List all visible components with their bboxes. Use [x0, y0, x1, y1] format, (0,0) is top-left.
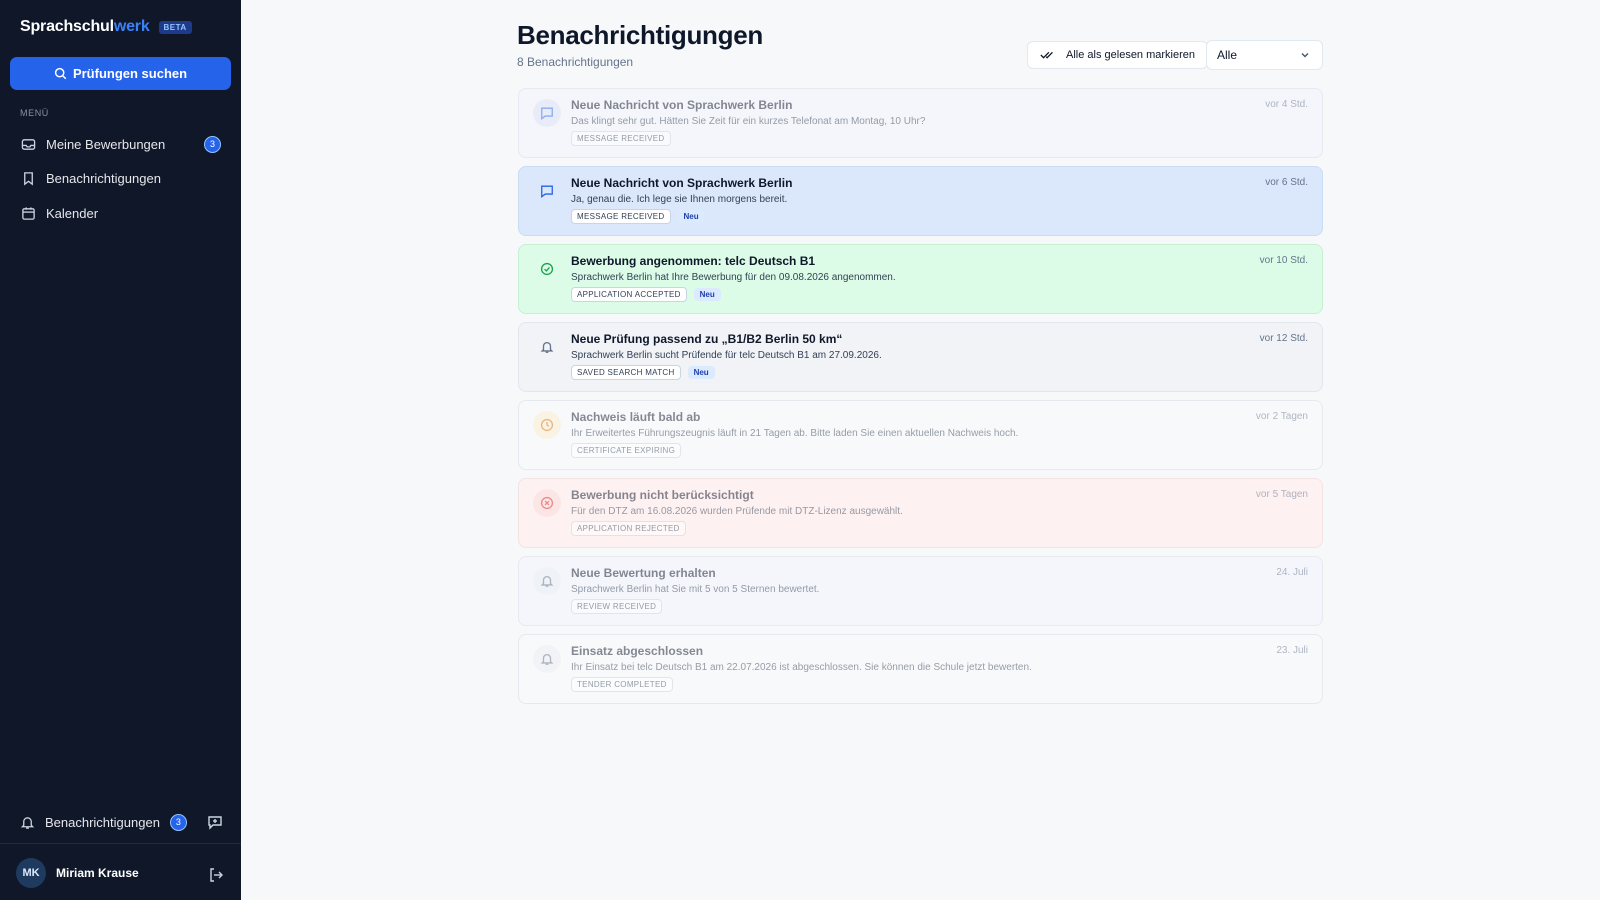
notification-title: Neue Bewertung erhalten	[571, 566, 716, 580]
notification-description: Für den DTZ am 16.08.2026 wurden Prüfend…	[571, 506, 903, 517]
notification-description: Ihr Erweitertes Führungszeugnis läuft in…	[571, 428, 1019, 439]
notification-time: 24. Juli	[1276, 567, 1308, 578]
notification-content: Nachweis läuft bald ab Ihr Erweitertes F…	[571, 410, 1212, 458]
search-exams-label: Prüfungen suchen	[72, 66, 188, 81]
clock-icon	[533, 411, 561, 439]
sidebar-item-label: Kalender	[46, 205, 99, 221]
notification-title: Nachweis läuft bald ab	[571, 410, 701, 424]
notification-type-tag: APPLICATION REJECTED	[571, 521, 686, 536]
notifications-shortcut-label: Benachrichtigungen	[45, 814, 160, 830]
x-circle-icon	[533, 489, 561, 517]
message-icon	[533, 99, 561, 127]
brand-name-part1: Sprachschul	[20, 18, 114, 35]
notification-description: Ja, genau die. Ich lege sie Ihnen morgen…	[571, 194, 788, 205]
notification-type-tag: SAVED SEARCH MATCH	[571, 365, 681, 380]
logout-icon	[208, 867, 224, 883]
brand-logo[interactable]: Sprachschul werk BETA	[20, 18, 192, 36]
notification-content: Neue Prüfung passend zu „B1/B2 Berlin 50…	[571, 332, 1212, 380]
calendar-icon	[20, 205, 36, 221]
notification-card[interactable]: Bewerbung nicht berücksichtigt Für den D…	[518, 478, 1323, 548]
notification-time: vor 2 Tagen	[1255, 411, 1308, 422]
bell-icon	[20, 815, 35, 830]
notification-content: Bewerbung angenommen: telc Deutsch B1 Sp…	[571, 254, 1212, 302]
notification-card[interactable]: Neue Prüfung passend zu „B1/B2 Berlin 50…	[518, 322, 1323, 392]
avatar: MK	[16, 858, 46, 888]
notification-description: Sprachwerk Berlin hat Ihre Bewerbung für…	[571, 272, 896, 283]
notifications-shortcut[interactable]: Benachrichtigungen 3	[10, 807, 231, 837]
search-icon	[54, 67, 67, 80]
notification-description: Das klingt sehr gut. Hätten Sie Zeit für…	[571, 116, 926, 127]
notification-title: Bewerbung nicht berücksichtigt	[571, 488, 754, 502]
logout-button[interactable]	[207, 866, 225, 884]
notification-type-tag: REVIEW RECEIVED	[571, 599, 663, 614]
brand-name-part2: werk	[113, 18, 150, 35]
applications-count-badge: 3	[204, 135, 221, 153]
bell-icon	[533, 567, 561, 595]
notification-content: Neue Bewertung erhalten Sprachwerk Berli…	[571, 566, 1212, 614]
bookmark-icon	[20, 170, 36, 186]
menu-section-label: MENÜ	[20, 108, 49, 118]
new-badge: Neu	[677, 210, 705, 223]
notification-card[interactable]: Bewerbung angenommen: telc Deutsch B1 Sp…	[518, 244, 1323, 314]
notification-description: Sprachwerk Berlin hat Sie mit 5 von 5 St…	[571, 584, 820, 595]
notification-content: Bewerbung nicht berücksichtigt Für den D…	[571, 488, 1212, 536]
notification-title: Bewerbung angenommen: telc Deutsch B1	[571, 254, 816, 268]
feedback-button[interactable]	[206, 813, 224, 831]
sidebar-item-applications[interactable]: Meine Bewerbungen 3	[10, 129, 231, 159]
notification-type-tag: CERTIFICATE EXPIRING	[571, 443, 682, 458]
notification-filter-select[interactable]: Alle	[1206, 40, 1323, 70]
notification-time: 23. Juli	[1276, 645, 1308, 656]
sidebar-item-notifications[interactable]: Benachrichtigungen	[10, 163, 231, 193]
user-name: Miriam Krause	[56, 866, 139, 880]
page-title: Benachrichtigungen	[517, 20, 763, 50]
sidebar-item-calendar[interactable]: Kalender	[10, 198, 231, 228]
notification-type-tag: MESSAGE RECEIVED	[571, 209, 671, 224]
mark-all-read-label: Alle als gelesen markieren	[1066, 49, 1196, 61]
notification-card[interactable]: Neue Bewertung erhalten Sprachwerk Berli…	[518, 556, 1323, 626]
notification-title: Einsatz abgeschlossen	[571, 644, 704, 658]
notifications-count-badge: 3	[169, 813, 187, 831]
notification-list: Neue Nachricht von Sprachwerk Berlin Das…	[518, 88, 1323, 712]
notification-time: vor 6 Std.	[1265, 177, 1308, 188]
user-profile[interactable]: MK Miriam Krause	[16, 858, 139, 888]
inbox-icon	[20, 136, 36, 152]
notification-description: Sprachwerk Berlin sucht Prüfende für tel…	[571, 350, 882, 361]
check-circle-icon	[533, 255, 561, 283]
sidebar: Sprachschul werk BETA Prüfungen suchen ME…	[0, 0, 241, 900]
sidebar-item-label: Benachrichtigungen	[46, 170, 161, 186]
notification-card[interactable]: Neue Nachricht von Sprachwerk Berlin Ja,…	[518, 166, 1323, 236]
bell-icon	[533, 333, 561, 361]
notification-time: vor 12 Std.	[1259, 333, 1308, 344]
notification-time: vor 5 Tagen	[1255, 489, 1308, 500]
beta-badge: BETA	[158, 20, 192, 34]
notification-content: Neue Nachricht von Sprachwerk Berlin Ja,…	[571, 176, 1212, 224]
notification-title: Neue Nachricht von Sprachwerk Berlin	[571, 176, 793, 190]
notification-card[interactable]: Einsatz abgeschlossen Ihr Einsatz bei te…	[518, 634, 1323, 704]
search-exams-button[interactable]: Prüfungen suchen	[10, 57, 231, 90]
notification-time: vor 10 Std.	[1259, 255, 1308, 266]
filter-selected-value: Alle	[1217, 48, 1238, 62]
notification-content: Neue Nachricht von Sprachwerk Berlin Das…	[571, 98, 1212, 146]
notification-description: Ihr Einsatz bei telc Deutsch B1 am 22.07…	[571, 662, 1032, 673]
notification-title: Neue Nachricht von Sprachwerk Berlin	[571, 98, 793, 112]
message-plus-icon	[207, 814, 223, 830]
sidebar-item-label: Meine Bewerbungen	[46, 136, 166, 152]
double-check-icon	[1040, 49, 1056, 61]
mark-all-read-button[interactable]: Alle als gelesen markieren	[1027, 41, 1209, 69]
new-badge: Neu	[687, 366, 715, 379]
notification-type-tag: TENDER COMPLETED	[571, 677, 673, 692]
bell-icon	[533, 645, 561, 673]
new-badge: Neu	[693, 288, 721, 301]
message-icon	[533, 177, 561, 205]
notification-title: Neue Prüfung passend zu „B1/B2 Berlin 50…	[571, 332, 843, 346]
sidebar-divider	[0, 843, 241, 844]
notification-type-tag: APPLICATION ACCEPTED	[571, 287, 687, 302]
notification-type-tag: MESSAGE RECEIVED	[571, 131, 671, 146]
notification-card[interactable]: Neue Nachricht von Sprachwerk Berlin Das…	[518, 88, 1323, 158]
notification-count-text: 8 Benachrichtigungen	[517, 55, 634, 69]
notification-content: Einsatz abgeschlossen Ihr Einsatz bei te…	[571, 644, 1212, 692]
notification-time: vor 4 Std.	[1265, 99, 1308, 110]
chevron-down-icon	[1300, 50, 1310, 60]
notification-card[interactable]: Nachweis läuft bald ab Ihr Erweitertes F…	[518, 400, 1323, 470]
